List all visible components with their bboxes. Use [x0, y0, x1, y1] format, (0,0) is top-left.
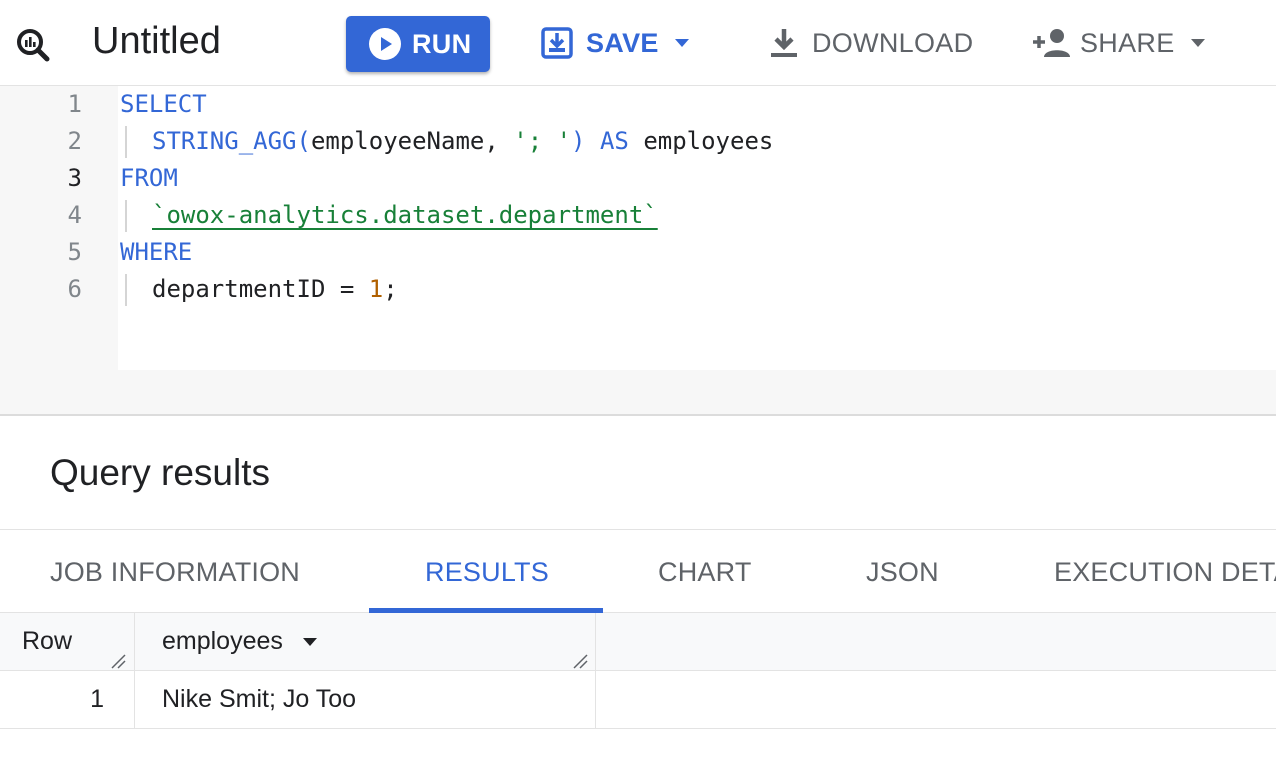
line-number: 4	[67, 201, 82, 229]
string-literal: '; '	[513, 127, 572, 155]
code-text: STRING_AGG(employeeName, '; ') AS employ…	[152, 123, 773, 160]
sort-down-icon[interactable]	[301, 636, 319, 648]
function-name: STRING_AGG(	[152, 127, 311, 155]
column-resize-handle[interactable]	[110, 653, 126, 669]
line-number: 5	[67, 238, 82, 266]
tab-job-information[interactable]: JOB INFORMATION	[50, 530, 300, 614]
bigquery-logo-icon	[17, 29, 50, 62]
function-arg: employeeName,	[310, 127, 514, 155]
save-button-label: SAVE	[586, 27, 659, 58]
keyword-from: FROM	[120, 164, 178, 192]
query-results-title: Query results	[50, 452, 271, 493]
code-line: 4 `owox-analytics.dataset.department`	[0, 197, 1276, 234]
line-number: 3	[67, 164, 82, 192]
share-button-label: SHARE	[1080, 27, 1175, 58]
indent-guide	[125, 126, 127, 158]
statement-end: ;	[383, 275, 398, 303]
condition: departmentID =	[152, 275, 369, 303]
tab-json[interactable]: JSON	[866, 530, 939, 614]
column-header-label: employees	[162, 627, 283, 655]
close-paren: )	[571, 127, 586, 155]
tab-chart[interactable]: CHART	[658, 530, 752, 614]
table-header: Row employees	[0, 613, 1276, 671]
sql-editor[interactable]: 1 SELECT 2 STRING_AGG(employeeName, '; '…	[0, 86, 1276, 416]
line-number: 6	[67, 275, 82, 303]
column-header-employees[interactable]: employees	[162, 627, 319, 656]
code-line: 1 SELECT	[0, 86, 1276, 123]
line-number: 2	[67, 127, 82, 155]
tab-execution-details[interactable]: EXECUTION DETAILS	[1054, 530, 1276, 614]
code-line: 5 WHERE	[0, 234, 1276, 271]
column-alias: employees	[643, 127, 774, 155]
save-icon	[541, 27, 573, 59]
keyword-as: AS	[599, 127, 629, 155]
employees-cell[interactable]: Nike Smit; Jo Too	[162, 685, 356, 714]
table-reference-link[interactable]: `owox-analytics.dataset.department`	[152, 197, 658, 234]
code-line: 2 STRING_AGG(employeeName, '; ') AS empl…	[0, 123, 1276, 160]
table-row: 1 Nike Smit; Jo Too	[0, 671, 1276, 729]
run-button-label: RUN	[412, 28, 472, 59]
column-resize-handle[interactable]	[572, 653, 588, 669]
download-icon	[771, 29, 797, 57]
play-icon	[369, 28, 401, 60]
tab-results[interactable]: RESULTS	[425, 530, 549, 614]
code-line: 3 FROM	[0, 160, 1276, 197]
keyword-select: SELECT	[120, 90, 207, 118]
column-header-row: Row	[22, 627, 73, 655]
code-text: departmentID = 1;	[152, 271, 398, 308]
keyword-where: WHERE	[120, 238, 193, 266]
save-button[interactable]: SAVE	[540, 24, 691, 62]
number-literal: 1	[368, 275, 384, 303]
download-button-label: DOWNLOAD	[812, 27, 974, 58]
person-add-icon	[1033, 29, 1070, 57]
line-number: 1	[67, 90, 82, 118]
chevron-down-icon	[1190, 39, 1205, 47]
run-button[interactable]: RUN	[346, 16, 490, 72]
share-button[interactable]: SHARE	[1032, 24, 1207, 62]
indent-guide	[125, 274, 127, 306]
download-button[interactable]: DOWNLOAD	[768, 24, 973, 62]
query-title[interactable]: Untitled	[92, 20, 221, 62]
indent-guide	[125, 200, 127, 232]
chevron-down-icon	[674, 39, 689, 47]
row-number-cell: 1	[90, 685, 104, 713]
code-line: 6 departmentID = 1;	[0, 271, 1276, 308]
results-tabs: JOB INFORMATION RESULTS CHART JSON EXECU…	[0, 529, 1276, 613]
query-toolbar: Untitled RUN SAVE DOWNLOAD SHARE	[0, 0, 1276, 86]
